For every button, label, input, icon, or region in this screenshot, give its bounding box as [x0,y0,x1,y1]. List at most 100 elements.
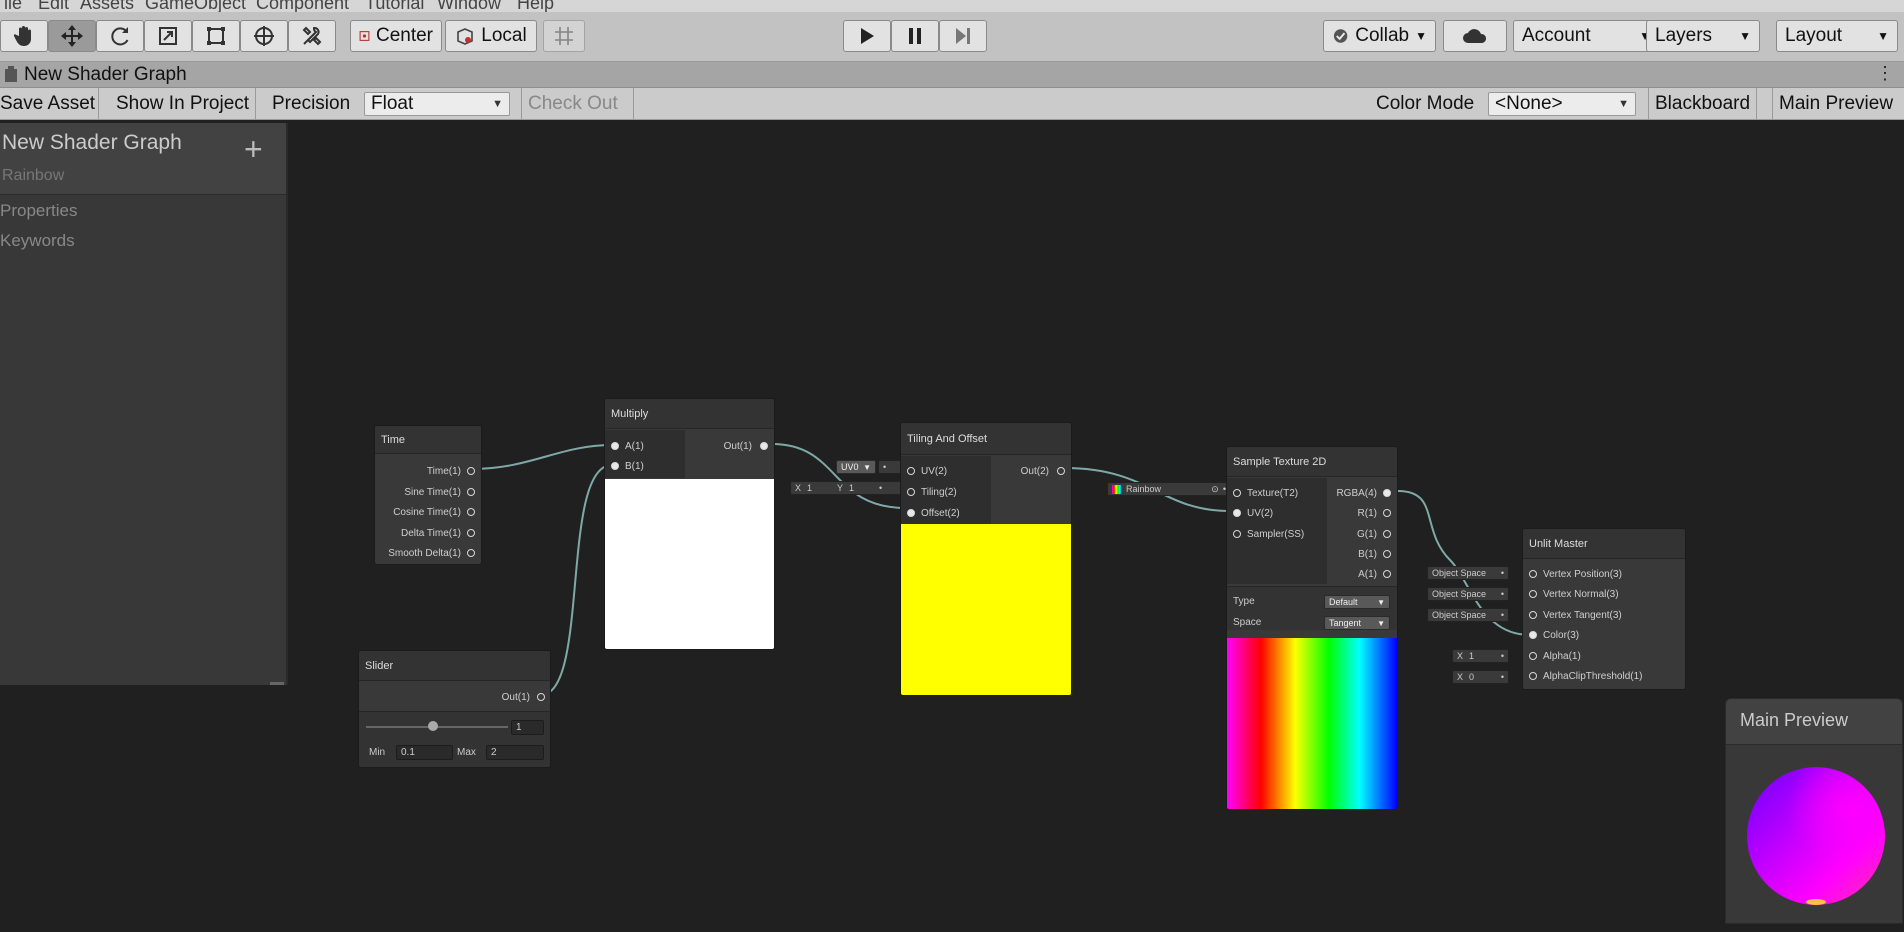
smooth-delta-output-label: Smooth Delta(1) [388,548,461,559]
multiply-a-input-port[interactable] [611,442,619,450]
port-connector: • [1500,568,1504,578]
r-output-label: R(1) [1357,508,1377,519]
type-label: Type [1233,596,1255,607]
tiling-x-label: X [795,483,802,493]
tiling-vector-field[interactable]: X 1 Y 1 • [790,481,902,495]
object-picker-icon[interactable]: ⊙ [1211,484,1219,495]
time-output-label: Time(1) [426,466,461,477]
preview-sphere[interactable] [1747,767,1885,905]
alpha-clip-value-field[interactable]: X 0 • [1452,670,1509,684]
vertex-normal-space-field[interactable]: Object Space • [1427,587,1509,601]
multiply-b-input-port[interactable] [611,462,619,470]
tiling-input-port[interactable] [907,488,915,496]
slider-output-label: Out(1) [501,692,530,703]
vertex-position-space-field[interactable]: Object Space • [1427,566,1509,580]
sampler-input-port[interactable] [1233,530,1241,538]
delta-time-output-port[interactable] [467,529,475,537]
multiply-preview [605,479,774,649]
rgba-output-label: RGBA(4) [1336,488,1377,499]
tiling-output-port[interactable] [1057,467,1065,475]
edge-slider-multiply-b[interactable] [540,464,613,696]
vertex-position-input-port[interactable] [1529,570,1537,578]
main-preview-header: Main Preview [1726,699,1902,745]
uv-channel-dropdown[interactable]: UV0 ▼ [836,460,876,474]
blackboard-header: New Shader Graph Rainbow + [0,123,286,195]
offset-input-label: Offset(2) [921,508,960,519]
slider-max-field[interactable]: 2 [486,745,544,760]
tiling-y-value: 1 [849,483,855,493]
sine-time-output-label: Sine Time(1) [404,487,461,498]
multiply-a-label: A(1) [625,441,644,452]
b-output-port[interactable] [1383,550,1391,558]
vertex-tangent-space-field[interactable]: Object Space • [1427,608,1509,622]
vertex-normal-input-port[interactable] [1529,590,1537,598]
slider-thumb[interactable] [427,721,438,731]
space-value: Object Space [1432,568,1487,578]
vertex-tangent-input-port[interactable] [1529,611,1537,619]
offset-input-port[interactable] [907,509,915,517]
tiling-and-offset-node[interactable]: Tiling And Offset UV(2) Tiling(2) Offset… [900,422,1072,696]
resize-handle[interactable] [270,682,284,685]
multiply-node[interactable]: Multiply A(1) B(1) Out(1) [604,398,775,650]
r-output-port[interactable] [1383,509,1391,517]
add-property-button[interactable]: + [244,133,263,165]
alpha-input-port[interactable] [1529,652,1537,660]
space-dropdown[interactable]: Tangent ▼ [1324,616,1390,630]
uv-input-label: UV(2) [1247,508,1274,519]
a-output-port[interactable] [1383,570,1391,578]
type-dropdown[interactable]: Default ▼ [1324,595,1390,609]
a-output-label: A(1) [1358,569,1377,580]
smooth-delta-output-port[interactable] [467,549,475,557]
slider-value-field[interactable]: 1 [511,720,544,735]
slider-node[interactable]: Slider Out(1) 1 Min 0.1 Max 2 [358,650,551,768]
keywords-section[interactable]: Keywords [0,231,75,251]
g-output-port[interactable] [1383,530,1391,538]
port-connector: • [1500,589,1504,599]
node-title: Multiply [605,399,774,429]
sine-time-output-port[interactable] [467,488,475,496]
alpha-clip-label: AlphaClipThreshold(1) [1543,671,1643,682]
multiply-output-port[interactable] [760,442,768,450]
alpha-clip-input-port[interactable] [1529,672,1537,680]
blackboard-panel: New Shader Graph Rainbow + Properties Ke… [0,123,288,685]
clip-x-value: 0 [1469,672,1475,682]
time-node[interactable]: Time Time(1) Sine Time(1) Cosine Time(1)… [374,425,482,565]
unity-editor-window: ile Edit Assets GameObject Component Tut… [0,0,1904,932]
chevron-down-icon: ▼ [1377,618,1385,628]
chevron-down-icon: ▼ [863,462,871,472]
type-value: Default [1329,597,1358,607]
slider-output-port[interactable] [537,693,545,701]
space-value: Object Space [1432,610,1487,620]
cosine-time-output-port[interactable] [467,508,475,516]
uv-input-port[interactable] [907,467,915,475]
uv-input-port[interactable] [1233,509,1241,517]
b-output-label: B(1) [1358,549,1377,560]
slider-max-label: Max [457,747,476,758]
edge-multiply-offset[interactable] [771,443,907,509]
uv-channel-value: UV0 [841,462,859,472]
node-title: Time [375,426,481,454]
main-preview-panel[interactable]: Main Preview [1725,698,1903,924]
unlit-master-node[interactable]: Unlit Master Vertex Position(3) Vertex N… [1522,528,1686,690]
space-value: Object Space [1432,589,1487,599]
blackboard-subtitle: Rainbow [2,167,65,184]
sample-texture-preview [1227,638,1397,809]
g-output-label: G(1) [1357,529,1377,540]
sample-texture-2d-node[interactable]: Sample Texture 2D Texture(T2) UV(2) Samp… [1226,446,1398,810]
tiling-y-label: Y [837,483,844,493]
rgba-output-port[interactable] [1383,489,1391,497]
cosine-time-output-label: Cosine Time(1) [393,507,461,518]
texture-input-port[interactable] [1233,489,1241,497]
port-connector: • [1500,672,1504,682]
texture-object-field[interactable]: Rainbow ⊙ • [1107,482,1231,496]
uv-input-label: UV(2) [921,466,948,477]
uv-connector[interactable]: • [878,460,902,474]
vertex-position-label: Vertex Position(3) [1543,569,1622,580]
time-output-port[interactable] [467,467,475,475]
blackboard-title: New Shader Graph [2,131,182,154]
alpha-value-field[interactable]: X 1 • [1452,649,1509,663]
slider-min-field[interactable]: 0.1 [396,745,453,760]
edge-time-multiply-a[interactable] [471,444,613,470]
properties-section[interactable]: Properties [0,201,77,221]
color-input-port[interactable] [1529,631,1537,639]
